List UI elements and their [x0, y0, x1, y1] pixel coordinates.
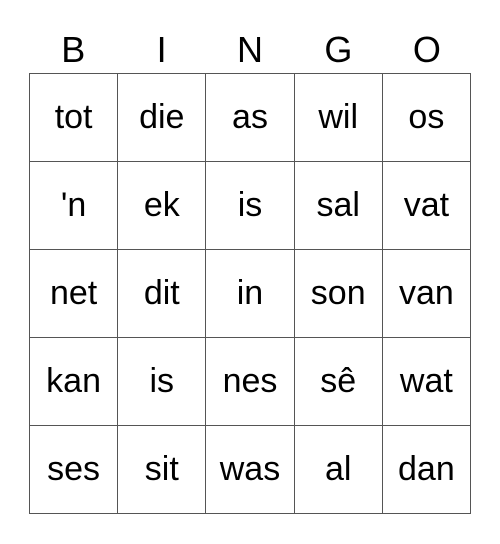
header-letter-g: G — [324, 29, 353, 70]
bingo-cell[interactable]: dan — [382, 426, 471, 514]
bingo-cell[interactable]: van — [382, 250, 471, 338]
bingo-cell[interactable]: in — [206, 250, 295, 338]
bingo-cell[interactable]: kan — [30, 338, 119, 426]
bingo-header: B I N G O — [29, 28, 471, 72]
bingo-cell[interactable]: die — [118, 74, 207, 162]
bingo-cell[interactable]: sê — [294, 338, 383, 426]
bingo-cell[interactable]: is — [206, 162, 295, 250]
bingo-cell[interactable]: dit — [118, 250, 207, 338]
bingo-cell[interactable]: son — [294, 250, 383, 338]
bingo-cell[interactable]: net — [30, 250, 119, 338]
bingo-cell[interactable]: was — [206, 426, 295, 514]
bingo-cell[interactable]: wat — [382, 338, 471, 426]
bingo-cell[interactable]: tot — [30, 74, 119, 162]
header-letter-b: B — [61, 29, 86, 70]
bingo-cell[interactable]: os — [382, 74, 471, 162]
bingo-cell[interactable]: sit — [118, 426, 207, 514]
bingo-cell[interactable]: wil — [294, 74, 383, 162]
header-letter-i: I — [156, 29, 167, 70]
bingo-cell[interactable]: al — [294, 426, 383, 514]
bingo-cell[interactable]: is — [118, 338, 207, 426]
header-letter-o: O — [412, 29, 441, 70]
bingo-cell[interactable]: ses — [30, 426, 119, 514]
bingo-cell[interactable]: as — [206, 74, 295, 162]
bingo-cell[interactable]: vat — [382, 162, 471, 250]
bingo-cell[interactable]: nes — [206, 338, 295, 426]
bingo-cell[interactable]: ek — [118, 162, 207, 250]
header-letter-n: N — [237, 29, 264, 70]
bingo-cell[interactable]: sal — [294, 162, 383, 250]
bingo-cell[interactable]: 'n — [30, 162, 119, 250]
bingo-grid: tot die as wil os 'n ek is sal vat net d… — [29, 73, 471, 514]
